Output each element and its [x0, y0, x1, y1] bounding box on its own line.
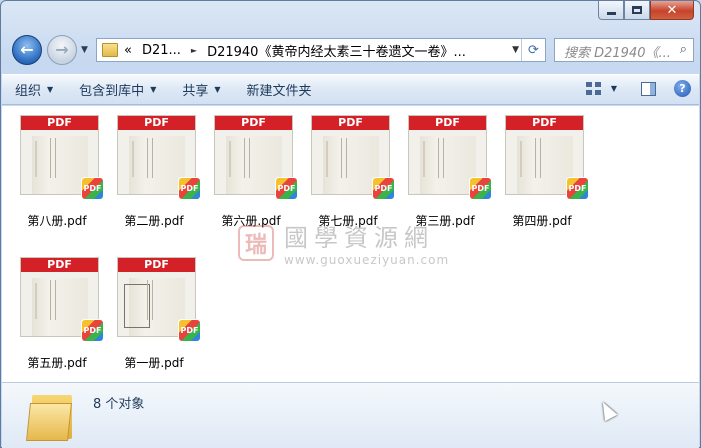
search-placeholder: 搜索 D21940《...	[564, 46, 671, 61]
close-button[interactable]: ✕	[650, 1, 694, 20]
file-item[interactable]: PDF PDF 第三册.pdf	[399, 112, 491, 228]
pdf-app-icon: PDF	[82, 178, 103, 199]
pdf-app-icon: PDF	[276, 178, 297, 199]
organize-label: 组织	[15, 84, 42, 99]
folder-icon	[102, 43, 118, 57]
file-name[interactable]: 第八册.pdf	[11, 212, 103, 229]
forward-arrow-icon: →	[55, 40, 69, 59]
watermark-title: 國學資源網	[284, 224, 434, 252]
pdf-label: PDF	[118, 258, 195, 272]
mouse-cursor-icon	[596, 398, 618, 422]
refresh-icon[interactable]: ⟳	[521, 39, 545, 61]
new-folder-button[interactable]: 新建文件夹	[234, 80, 325, 99]
include-in-library-button[interactable]: 包含到库中 ▼	[66, 80, 169, 99]
pdf-label: PDF	[215, 116, 292, 130]
address-dropdown-button[interactable]: ▼	[512, 45, 519, 55]
file-item[interactable]: PDF PDF 第五册.pdf	[11, 254, 103, 370]
folder-icon	[26, 389, 76, 441]
chevron-right-icon[interactable]: ►	[191, 46, 197, 55]
close-icon: ✕	[666, 2, 678, 18]
pdf-label: PDF	[506, 116, 583, 130]
minimize-icon	[606, 11, 616, 15]
pdf-app-icon: PDF	[179, 178, 200, 199]
explorer-window: ✕ ← → ▼ « D21... ► D21940《黄帝内经太素三十卷遗文一卷》…	[0, 0, 701, 448]
file-name[interactable]: 第五册.pdf	[11, 354, 103, 371]
address-segment-current[interactable]: D21940《黄帝内经太素三十卷遗文一卷》...	[207, 41, 466, 60]
watermark-logo: 瑞	[238, 224, 274, 261]
pdf-app-icon: PDF	[373, 178, 394, 199]
address-bar[interactable]: « D21... ► D21940《黄帝内经太素三十卷遗文一卷》... ▼ ⟳	[96, 38, 546, 62]
organize-button[interactable]: 组织 ▼	[2, 80, 66, 99]
back-arrow-icon: ←	[20, 40, 34, 59]
maximize-icon	[632, 6, 642, 14]
file-item[interactable]: PDF PDF 第四册.pdf	[496, 112, 588, 228]
maximize-button[interactable]	[624, 1, 650, 20]
file-item[interactable]: PDF PDF 第八册.pdf	[11, 112, 103, 228]
pdf-label: PDF	[21, 116, 98, 130]
watermark-url: www.guoxueziyuan.com	[284, 253, 450, 267]
chevron-down-icon[interactable]: ▼	[611, 84, 617, 93]
include-in-library-label: 包含到库中	[79, 84, 145, 99]
chevron-down-icon: ▼	[150, 85, 157, 94]
file-list[interactable]: PDF PDF 第八册.pdf PDF PDF 第二册.pdf PDF PDF …	[2, 106, 699, 382]
chevron-down-icon: ▼	[214, 85, 221, 94]
item-count: 8 个对象	[93, 397, 145, 412]
address-overflow[interactable]: «	[124, 43, 132, 58]
file-name[interactable]: 第四册.pdf	[496, 212, 588, 229]
address-segment-parent[interactable]: D21...	[142, 43, 181, 58]
details-pane: 8 个对象	[2, 382, 699, 448]
back-button[interactable]: ←	[12, 35, 42, 65]
file-item[interactable]: PDF PDF 第一册.pdf	[108, 254, 200, 370]
pdf-label: PDF	[312, 116, 389, 130]
pdf-app-icon: PDF	[179, 320, 200, 341]
pdf-label: PDF	[118, 116, 195, 130]
command-bar: 组织 ▼ 包含到库中 ▼ 共享 ▼ 新建文件夹 ▼ ?	[2, 74, 699, 105]
share-label: 共享	[182, 84, 209, 99]
search-icon[interactable]: ⌕	[680, 42, 687, 57]
chevron-down-icon: ▼	[47, 85, 54, 94]
file-item[interactable]: PDF PDF 第二册.pdf	[108, 112, 200, 228]
caption-buttons: ✕	[598, 1, 694, 20]
file-item[interactable]: PDF PDF 第六册.pdf	[205, 112, 297, 228]
watermark: 瑞 國學資源網 www.guoxueziyuan.com	[238, 218, 449, 267]
pdf-label: PDF	[409, 116, 486, 130]
new-folder-label: 新建文件夹	[246, 84, 312, 99]
pdf-app-icon: PDF	[567, 178, 588, 199]
preview-pane-icon[interactable]	[641, 81, 656, 96]
help-icon[interactable]: ?	[674, 80, 691, 97]
forward-button[interactable]: →	[47, 35, 77, 65]
file-item[interactable]: PDF PDF 第七册.pdf	[302, 112, 394, 228]
share-button[interactable]: 共享 ▼	[169, 80, 233, 99]
file-name[interactable]: 第二册.pdf	[108, 212, 200, 229]
search-input[interactable]: 搜索 D21940《... ⌕	[554, 38, 694, 62]
pdf-app-icon: PDF	[82, 320, 103, 341]
file-name[interactable]: 第一册.pdf	[108, 354, 200, 371]
change-view-icon[interactable]	[585, 82, 601, 95]
pdf-label: PDF	[21, 258, 98, 272]
recent-pages-button[interactable]: ▼	[81, 45, 88, 55]
view-controls: ▼ ?	[585, 80, 691, 97]
minimize-button[interactable]	[598, 1, 624, 20]
pdf-app-icon: PDF	[470, 178, 491, 199]
